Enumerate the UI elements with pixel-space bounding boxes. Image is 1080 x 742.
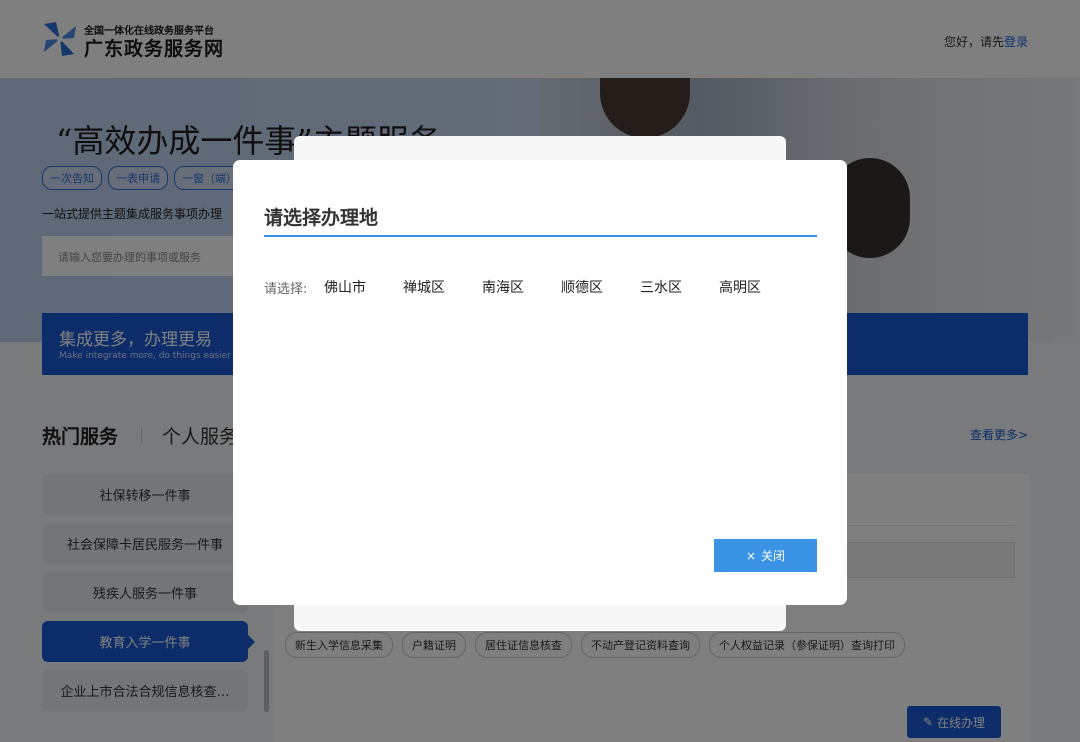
location-option[interactable]: 三水区 [640, 277, 682, 297]
location-option[interactable]: 高明区 [719, 277, 761, 297]
location-option[interactable]: 南海区 [482, 277, 524, 297]
location-options: 请选择: 佛山市 禅城区 南海区 顺德区 三水区 高明区 [264, 277, 798, 297]
location-option[interactable]: 禅城区 [403, 277, 445, 297]
location-option[interactable]: 佛山市 [324, 277, 366, 297]
location-label: 请选择: [264, 281, 308, 297]
close-label: 关闭 [761, 549, 786, 563]
location-modal: 请选择办理地 请选择: 佛山市 禅城区 南海区 顺德区 三水区 高明区 × 关闭 [233, 160, 847, 605]
close-icon: × [745, 548, 757, 563]
modal-title-underline [264, 235, 817, 237]
modal-title: 请选择办理地 [264, 207, 379, 229]
location-option[interactable]: 顺德区 [561, 277, 603, 297]
close-button[interactable]: × 关闭 [714, 539, 817, 572]
